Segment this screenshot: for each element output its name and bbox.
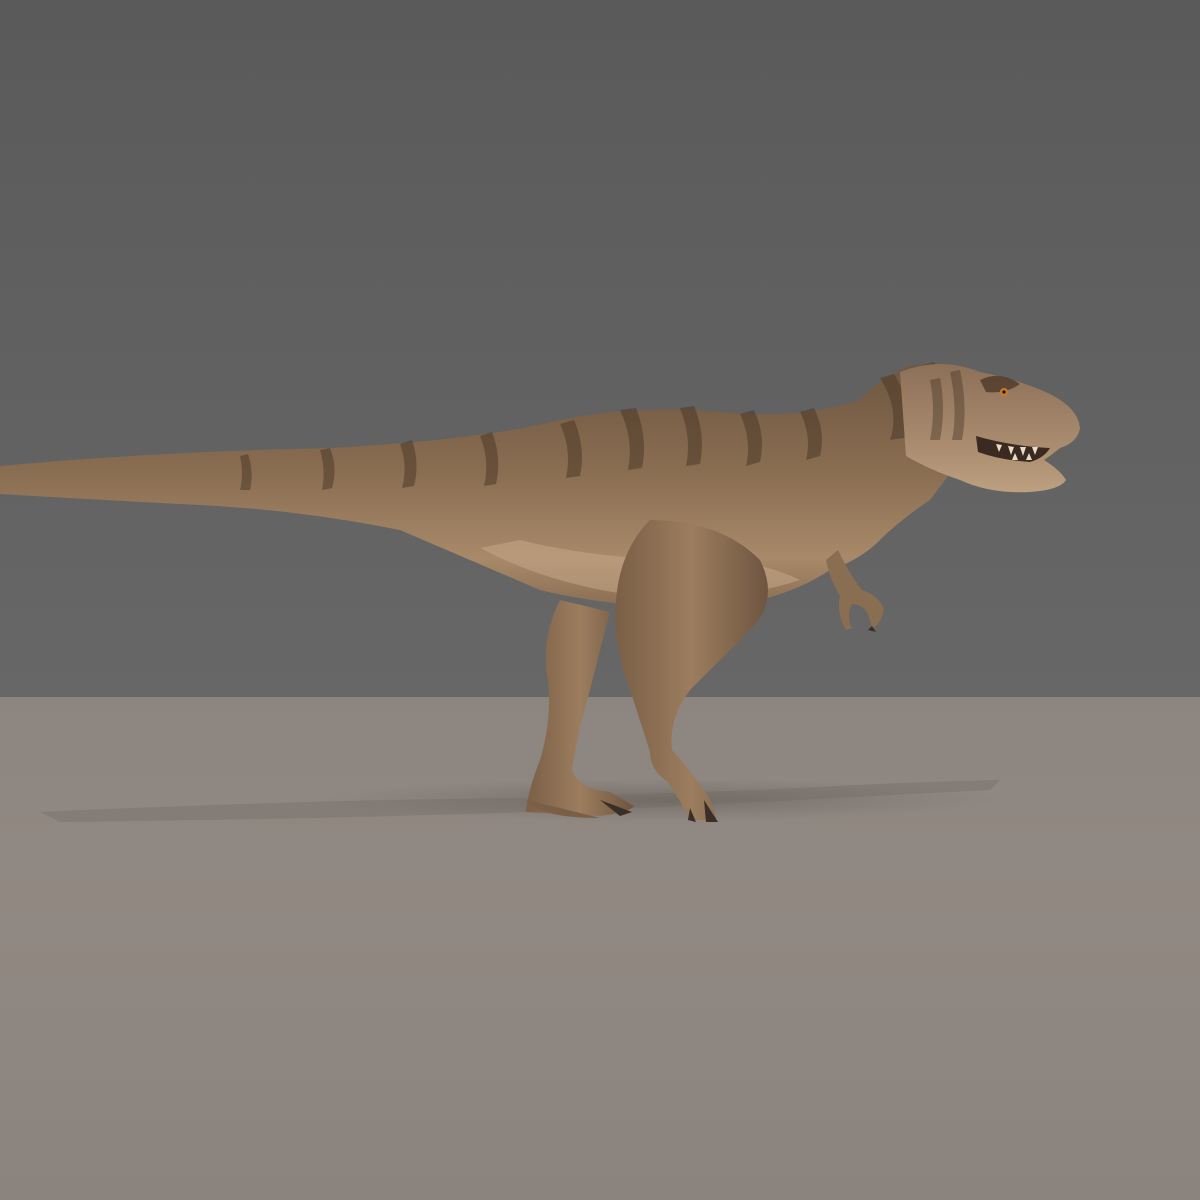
render-scene bbox=[0, 0, 1200, 1200]
forelimb bbox=[826, 550, 884, 632]
trex-model bbox=[0, 362, 1080, 822]
near-leg bbox=[615, 520, 768, 822]
cast-shadow bbox=[40, 778, 1000, 822]
